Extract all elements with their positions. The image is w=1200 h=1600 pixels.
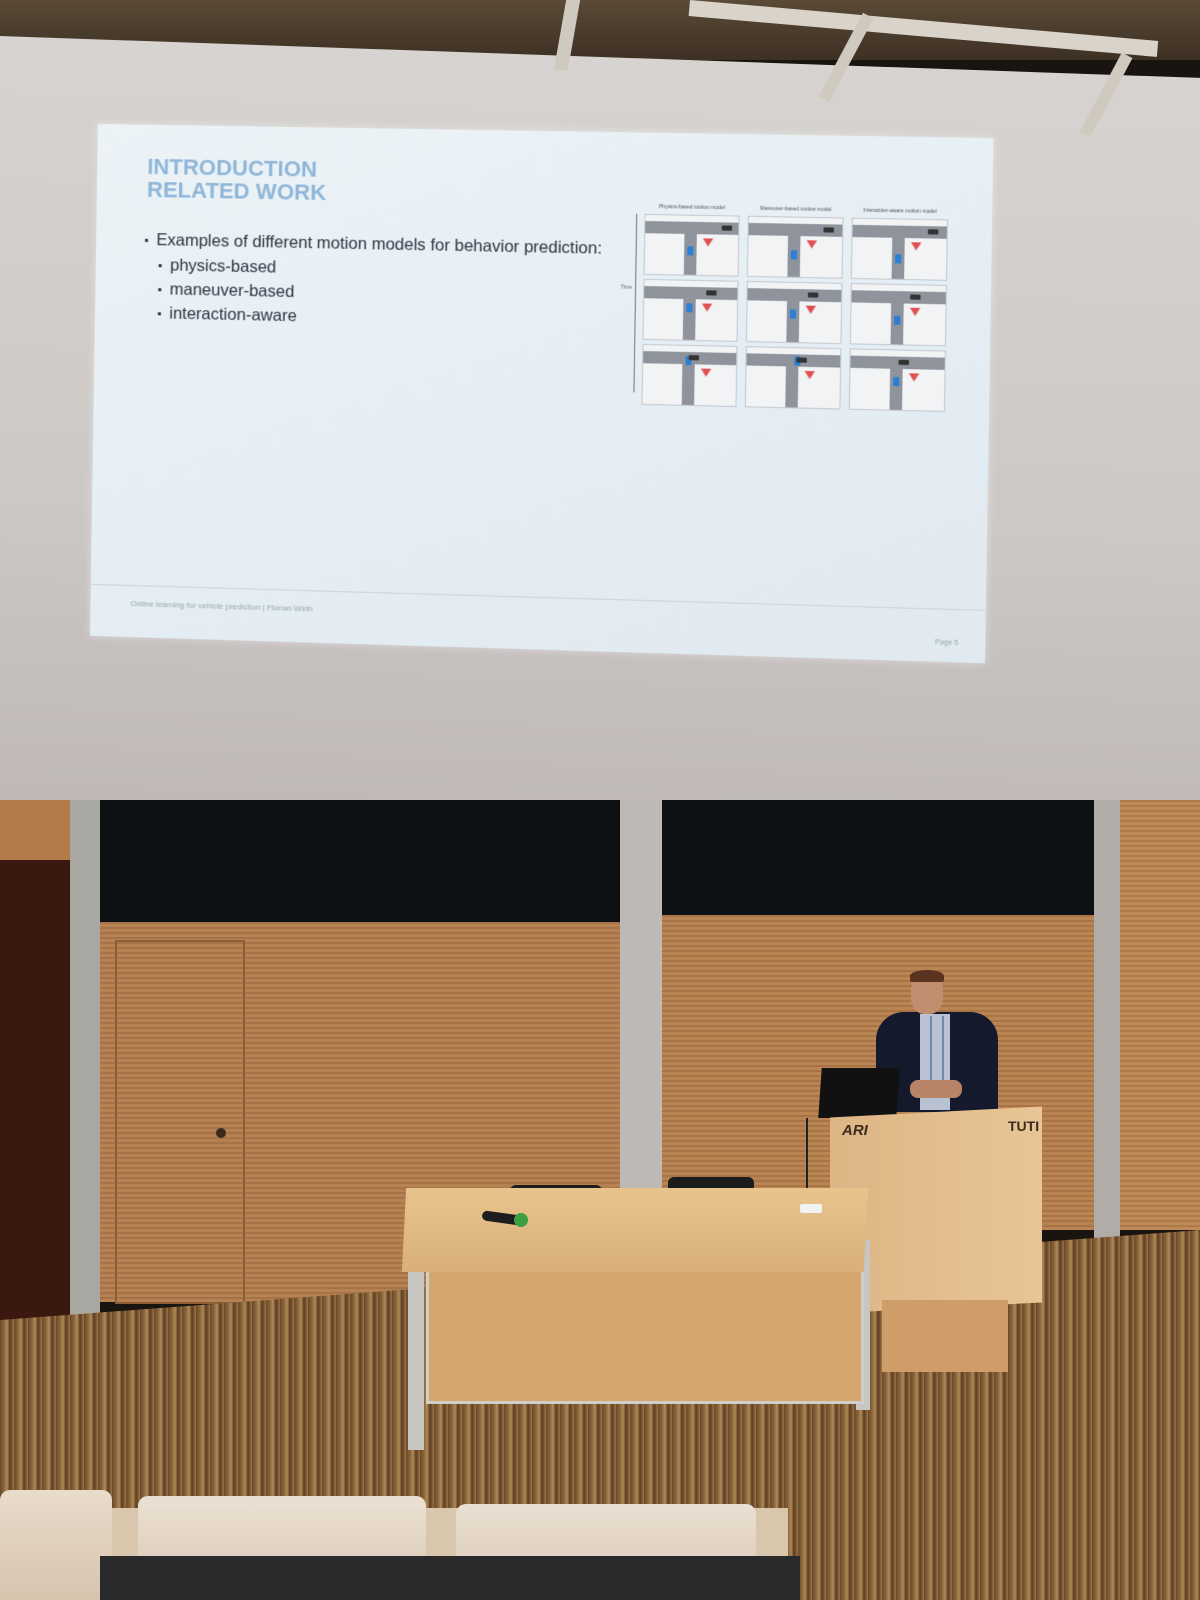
intersection-panel	[849, 283, 947, 347]
bullet-text: Examples of different motion models for …	[156, 231, 603, 258]
slide-footer-text: Online learning for vehicle prediction |…	[130, 599, 313, 614]
seat-rail	[100, 1556, 800, 1600]
other-car-icon	[910, 294, 921, 300]
bullet-icon: ▪	[157, 282, 162, 297]
wall-pillar	[1094, 800, 1120, 1240]
wall-pillar	[620, 800, 662, 1200]
speaker-lanyard	[930, 1016, 944, 1086]
other-car-icon	[796, 357, 807, 363]
bullet-icon: ▪	[157, 258, 163, 273]
slide-title: INTRODUCTION RELATED WORK	[146, 154, 512, 208]
other-car-icon	[706, 290, 717, 296]
remote-control	[800, 1204, 822, 1213]
yield-sign-icon	[806, 240, 818, 249]
other-car-icon	[721, 225, 733, 231]
slide-title-line: RELATED WORK	[146, 176, 327, 206]
wall-pillar	[70, 800, 100, 1330]
side-doorway	[0, 860, 76, 1320]
intersection-panel	[643, 213, 740, 277]
yield-sign-icon	[910, 242, 922, 251]
other-car-icon	[823, 227, 834, 233]
other-car-icon	[898, 359, 910, 366]
desk-leg	[408, 1270, 424, 1450]
ego-car-icon	[687, 246, 694, 256]
desk-front-panel	[426, 1262, 864, 1404]
slide-page-number: Page 5	[934, 639, 959, 648]
intersection-panel	[848, 348, 946, 412]
yield-sign-icon	[805, 305, 817, 314]
speaker-hands	[910, 1080, 962, 1098]
podium-base	[882, 1300, 1008, 1372]
figure-column-header: Physics-based motion model	[659, 203, 726, 212]
yield-sign-icon	[804, 370, 815, 380]
presentation-slide: INTRODUCTION RELATED WORK ▪ Examples of …	[89, 124, 994, 664]
podium-logo: TUTI	[1008, 1118, 1040, 1134]
dark-window-band	[98, 800, 1100, 922]
sub-bullet-text: physics-based	[169, 256, 277, 277]
figure-column-header: Maneuver-based motion model	[759, 205, 832, 214]
yield-sign-icon	[909, 307, 921, 317]
yield-sign-icon	[700, 368, 712, 377]
wood-wall	[1120, 800, 1200, 1230]
bullet-icon: ▪	[156, 306, 162, 321]
audience-seat	[0, 1490, 112, 1600]
sub-bullet-text: interaction-aware	[169, 304, 297, 326]
wall-door	[115, 940, 245, 1304]
ego-car-icon	[894, 254, 902, 264]
figure-column-header: Interaction-aware motion model	[863, 207, 937, 216]
time-axis-label: Time	[620, 284, 632, 291]
yield-sign-icon	[702, 238, 714, 247]
other-car-icon	[688, 355, 700, 361]
bullet-item: ▪ Examples of different motion models fo…	[144, 231, 673, 260]
ego-car-icon	[686, 303, 693, 313]
bullet-list: ▪ Examples of different motion models fo…	[143, 231, 673, 340]
yield-sign-icon	[908, 373, 920, 382]
sub-bullet-item: ▪ interaction-aware	[157, 304, 672, 334]
desk-top	[401, 1188, 869, 1272]
ego-car-icon	[893, 315, 901, 325]
door-knob	[216, 1128, 226, 1138]
podium-logo: ARI	[842, 1122, 868, 1139]
intersection-panel	[850, 217, 949, 281]
intersection-panel	[746, 215, 844, 279]
ego-car-icon	[790, 250, 798, 260]
intersection-panel	[641, 343, 738, 408]
ego-car-icon	[789, 309, 797, 319]
bullet-icon: ▪	[144, 232, 149, 247]
ego-car-icon	[892, 376, 900, 387]
laptop	[818, 1068, 900, 1118]
motion-model-figure: Physics-based motion model Maneuver-base…	[641, 204, 956, 423]
other-car-icon	[807, 292, 819, 298]
intersection-panel	[745, 280, 843, 345]
yield-sign-icon	[701, 303, 713, 312]
intersection-panel	[744, 346, 842, 410]
other-car-icon	[927, 229, 939, 235]
sub-bullet-text: maneuver-based	[169, 280, 295, 302]
microphone-head	[514, 1213, 528, 1227]
intersection-panel	[642, 278, 739, 342]
speaker-hair	[910, 970, 944, 982]
